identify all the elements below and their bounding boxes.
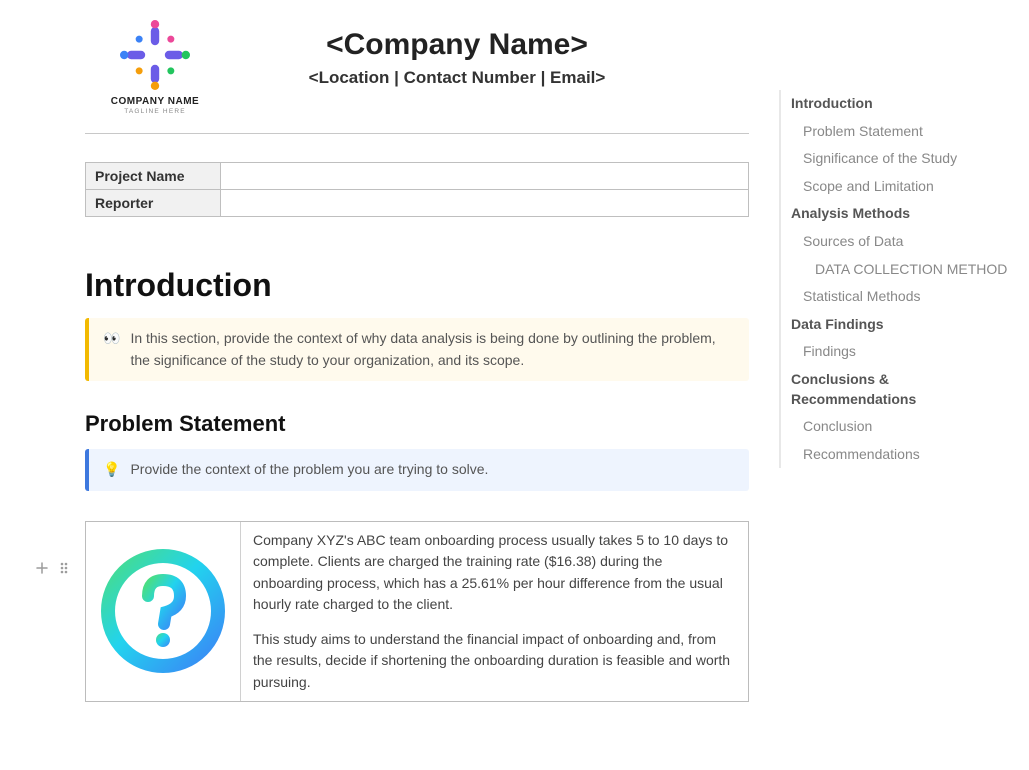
table-row: Project Name <box>86 163 749 190</box>
company-logo-icon <box>120 20 190 90</box>
problem-body-text[interactable]: Company XYZ's ABC team onboarding proces… <box>241 522 748 701</box>
reporter-value[interactable] <box>221 190 749 217</box>
outline-item[interactable]: Conclusions & Recommendations <box>779 366 1011 413</box>
outline-item[interactable]: Sources of Data <box>779 228 1011 256</box>
outline-item[interactable]: Conclusion <box>779 413 1011 441</box>
outline-item[interactable]: Scope and Limitation <box>779 173 1011 201</box>
lightbulb-icon: 💡 <box>103 459 120 480</box>
outline-item[interactable]: Findings <box>779 338 1011 366</box>
outline-item[interactable]: Data Findings <box>779 311 1011 339</box>
document-outline: IntroductionProblem StatementSignificanc… <box>779 0 1029 770</box>
intro-callout[interactable]: 👀 In this section, provide the context o… <box>85 318 749 381</box>
header-divider <box>85 133 749 134</box>
intro-callout-text: In this section, provide the context of … <box>130 328 735 371</box>
outline-item[interactable]: Introduction <box>779 90 1011 118</box>
company-subtitle[interactable]: <Location | Contact Number | Email> <box>225 68 689 88</box>
outline-item[interactable]: DATA COLLECTION METHOD <box>779 256 1011 284</box>
logo-block: COMPANY NAME TAGLINE HERE <box>85 20 225 115</box>
problem-callout-text: Provide the context of the problem you a… <box>130 459 488 481</box>
problem-callout[interactable]: 💡 Provide the context of the problem you… <box>85 449 749 491</box>
block-controls <box>34 560 72 576</box>
document-header: COMPANY NAME TAGLINE HERE <Company Name>… <box>85 20 749 115</box>
problem-paragraph-1: Company XYZ's ABC team onboarding proces… <box>253 530 736 615</box>
problem-content-block[interactable]: Company XYZ's ABC team onboarding proces… <box>85 521 749 702</box>
outline-item[interactable]: Statistical Methods <box>779 283 1011 311</box>
logo-tagline: TAGLINE HERE <box>85 108 225 115</box>
company-name-title[interactable]: <Company Name> <box>225 28 689 62</box>
reporter-label: Reporter <box>86 190 221 217</box>
introduction-heading[interactable]: Introduction <box>85 267 749 304</box>
title-block: <Company Name> <Location | Contact Numbe… <box>225 20 749 88</box>
outline-item[interactable]: Significance of the Study <box>779 145 1011 173</box>
outline-item[interactable]: Problem Statement <box>779 118 1011 146</box>
project-name-label: Project Name <box>86 163 221 190</box>
question-mark-icon <box>86 522 241 701</box>
outline-item[interactable]: Recommendations <box>779 441 1011 469</box>
project-meta-table: Project Name Reporter <box>85 162 749 217</box>
problem-statement-heading[interactable]: Problem Statement <box>85 411 749 437</box>
eyes-icon: 👀 <box>103 328 120 349</box>
outline-item[interactable]: Analysis Methods <box>779 200 1011 228</box>
problem-paragraph-2: This study aims to understand the financ… <box>253 629 736 693</box>
add-block-button[interactable] <box>34 560 50 576</box>
drag-handle-icon[interactable] <box>56 560 72 576</box>
project-name-value[interactable] <box>221 163 749 190</box>
logo-company-name: COMPANY NAME <box>85 96 225 107</box>
table-row: Reporter <box>86 190 749 217</box>
